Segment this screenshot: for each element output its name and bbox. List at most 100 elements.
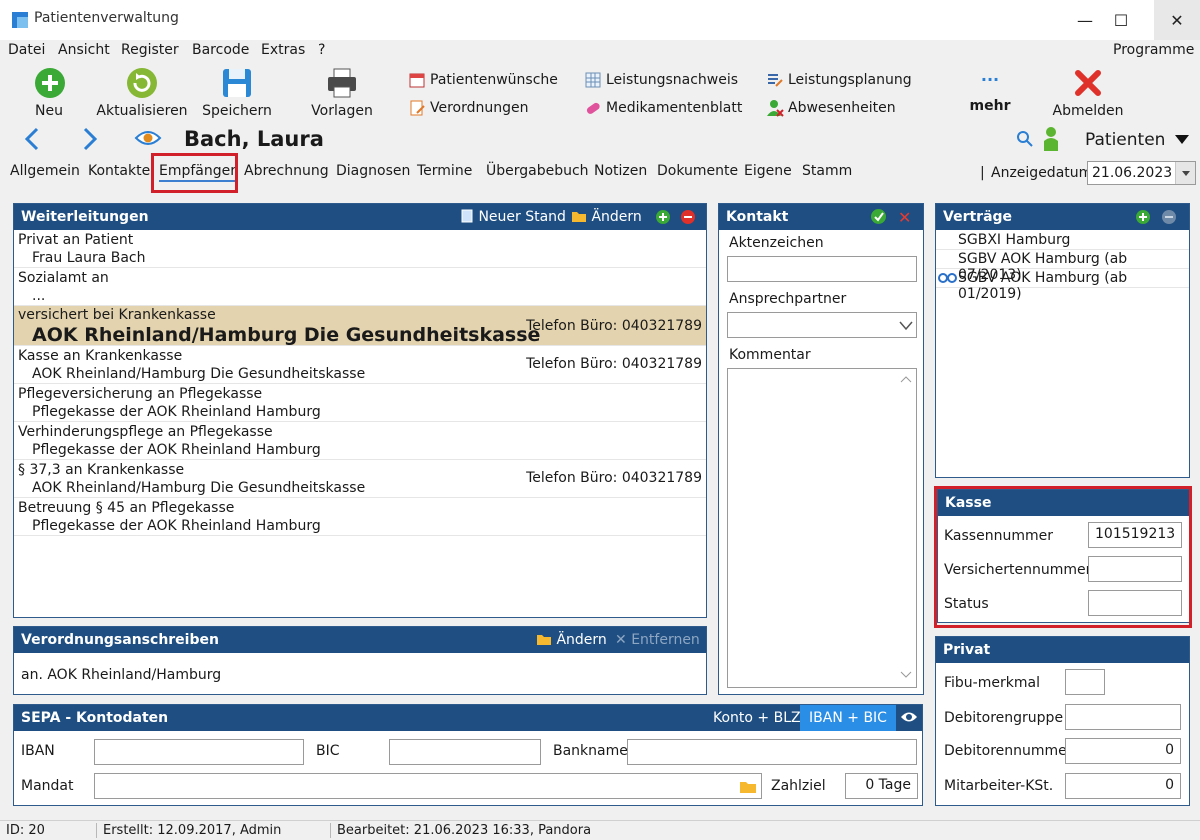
speichern-button[interactable]: Speichern xyxy=(187,66,287,122)
bic-label: BIC xyxy=(316,743,340,759)
close-button[interactable]: ✕ xyxy=(1154,0,1200,40)
maximize-button[interactable]: ☐ xyxy=(1098,0,1144,40)
tab-uebergabebuch[interactable]: Übergabebuch xyxy=(486,163,589,179)
list-item[interactable]: § 37,3 an Krankenkasse AOK Rheinland/Ham… xyxy=(14,460,706,498)
list-item-selected[interactable]: versichert bei Krankenkasse AOK Rheinlan… xyxy=(14,306,706,346)
verordnung-aendern-button[interactable]: Ändern xyxy=(536,632,607,648)
separator: | xyxy=(980,165,985,181)
list-item[interactable]: Verhinderungspflege an Pflegekasse Pfleg… xyxy=(14,422,706,460)
scroll-down-icon[interactable] xyxy=(900,667,912,683)
title-bar: Patientenverwaltung — ☐ ✕ xyxy=(0,0,1200,40)
remove-icon[interactable] xyxy=(681,210,695,228)
patient-nav: Bach, Laura Patienten xyxy=(0,124,1200,156)
patienten-dropdown[interactable]: Patienten xyxy=(1085,130,1189,150)
mitarbeiter-label: Mitarbeiter-KSt. xyxy=(944,778,1054,794)
list-item[interactable]: Pflegeversicherung an Pflegekasse Pflege… xyxy=(14,384,706,422)
menu-extras[interactable]: Extras xyxy=(261,42,305,58)
eye-icon[interactable] xyxy=(900,710,918,728)
tab-notizen[interactable]: Notizen xyxy=(594,163,647,179)
bic-field[interactable] xyxy=(389,739,541,765)
tab-termine[interactable]: Termine xyxy=(417,163,472,179)
app-icon xyxy=(12,12,28,28)
menu-barcode[interactable]: Barcode xyxy=(192,42,249,58)
debitorennummer-label: Debitorennummer xyxy=(944,743,1073,759)
aktualisieren-button[interactable]: Aktualisieren xyxy=(92,66,192,122)
list-item[interactable]: Sozialamt an ... xyxy=(14,268,706,306)
list-item[interactable]: SGBV AOK Hamburg (ab 07/2013) xyxy=(936,250,1189,283)
tab-diagnosen[interactable]: Diagnosen xyxy=(336,163,410,179)
tab-dokumente[interactable]: Dokumente xyxy=(657,163,738,179)
mitarbeiter-field[interactable]: 0 xyxy=(1065,773,1181,799)
leistungsnachweis-button[interactable]: Leistungsnachweis xyxy=(584,70,738,90)
tab-stamm[interactable]: Stamm xyxy=(802,163,852,179)
list-item[interactable]: Kasse an Krankenkasse AOK Rheinland/Hamb… xyxy=(14,346,706,384)
delete-x-icon: ✕ xyxy=(615,632,627,648)
forward-arrow-icon[interactable] xyxy=(80,126,100,156)
tab-kontakte[interactable]: Kontakte xyxy=(88,163,150,179)
debitorennummer-field[interactable]: 0 xyxy=(1065,738,1181,764)
list-item[interactable]: Betreuung § 45 an Pflegekasse Pflegekass… xyxy=(14,498,706,536)
folder-icon xyxy=(572,212,586,222)
abmelden-button[interactable]: Abmelden xyxy=(1038,66,1138,122)
vertraege-panel: Verträge SGBXI Hamburg SGBV AOK Hamburg … xyxy=(935,203,1190,478)
tab-abrechnung[interactable]: Abrechnung xyxy=(244,163,329,179)
aktenzeichen-field[interactable] xyxy=(727,256,917,282)
mehr-button[interactable]: ··· mehr xyxy=(950,68,1030,118)
iban-bic-toggle[interactable]: IBAN + BIC xyxy=(800,705,896,731)
mandat-field[interactable] xyxy=(94,773,762,799)
back-arrow-icon[interactable] xyxy=(22,126,42,156)
iban-field[interactable] xyxy=(94,739,304,765)
menu-bar: Datei Ansicht Register Barcode Extras ? … xyxy=(0,40,1200,62)
check-icon[interactable] xyxy=(871,209,886,228)
list-item[interactable]: Privat an Patient Frau Laura Bach xyxy=(14,230,706,268)
cancel-icon[interactable]: ✕ xyxy=(898,208,911,227)
eye-icon[interactable] xyxy=(134,128,162,152)
abwesenheiten-button[interactable]: Abwesenheiten xyxy=(766,98,896,118)
konto-blz-toggle[interactable]: Konto + BLZ xyxy=(713,710,801,726)
table-grid-icon xyxy=(584,71,602,89)
vorlagen-button[interactable]: Vorlagen xyxy=(292,66,392,122)
aendern-button[interactable]: Ändern xyxy=(571,209,642,225)
menu-datei[interactable]: Datei xyxy=(8,42,45,58)
verordnungen-button[interactable]: Verordnungen xyxy=(408,98,529,118)
ansprechpartner-select[interactable] xyxy=(727,312,917,338)
fibu-field[interactable] xyxy=(1065,669,1105,695)
verordnung-panel: Verordnungsanschreiben Ändern ✕ Entferne… xyxy=(13,626,707,695)
remove-icon[interactable] xyxy=(1162,210,1176,228)
logout-x-icon xyxy=(1071,66,1105,100)
bankname-field[interactable] xyxy=(627,739,917,765)
patientenwuensche-button[interactable]: Patientenwünsche xyxy=(408,70,558,90)
kommentar-field[interactable] xyxy=(727,368,917,688)
anzeigedatum-field[interactable]: 21.06.2023 xyxy=(1087,161,1196,185)
status-id: ID: 20 xyxy=(6,823,45,838)
status-bar: ID: 20 Erstellt: 12.09.2017, Admin Bearb… xyxy=(0,820,1200,840)
weiterleitungen-header: Weiterleitungen Neuer Stand Ändern xyxy=(14,204,706,230)
leistungsplanung-button[interactable]: Leistungsplanung xyxy=(766,70,912,90)
list-item[interactable]: SGBV AOK Hamburg (ab 01/2019) xyxy=(936,269,1189,302)
debitorengruppe-field[interactable] xyxy=(1065,704,1181,730)
menu-ansicht[interactable]: Ansicht xyxy=(58,42,110,58)
list-item[interactable]: SGBXI Hamburg xyxy=(936,231,1189,250)
list-edit-icon xyxy=(766,71,784,89)
date-dropdown-icon[interactable] xyxy=(1175,162,1195,184)
search-icon[interactable] xyxy=(1016,130,1034,152)
neuer-stand-button[interactable]: Neuer Stand xyxy=(460,209,566,225)
caret-down-icon xyxy=(1174,130,1189,150)
neu-button[interactable]: Neu xyxy=(0,66,100,122)
calendar-icon xyxy=(408,71,426,89)
folder-icon xyxy=(537,635,551,645)
menu-help[interactable]: ? xyxy=(318,42,325,58)
menu-register[interactable]: Register xyxy=(121,42,179,58)
zahlziel-field[interactable]: 0 Tage xyxy=(845,773,918,799)
menu-programme[interactable]: Programme xyxy=(1113,42,1194,58)
folder-icon[interactable] xyxy=(739,779,757,798)
tab-eigene[interactable]: Eigene xyxy=(744,163,792,179)
more-dots-icon: ··· xyxy=(980,70,1000,89)
entfernen-button[interactable]: ✕ Entfernen xyxy=(615,632,700,648)
person-icon[interactable] xyxy=(1042,126,1060,156)
add-icon[interactable] xyxy=(1136,210,1150,228)
tab-allgemein[interactable]: Allgemein xyxy=(10,163,80,179)
medikamentenblatt-button[interactable]: Medikamentenblatt xyxy=(584,98,742,118)
scroll-up-icon[interactable] xyxy=(900,373,912,386)
add-icon[interactable] xyxy=(656,210,670,228)
